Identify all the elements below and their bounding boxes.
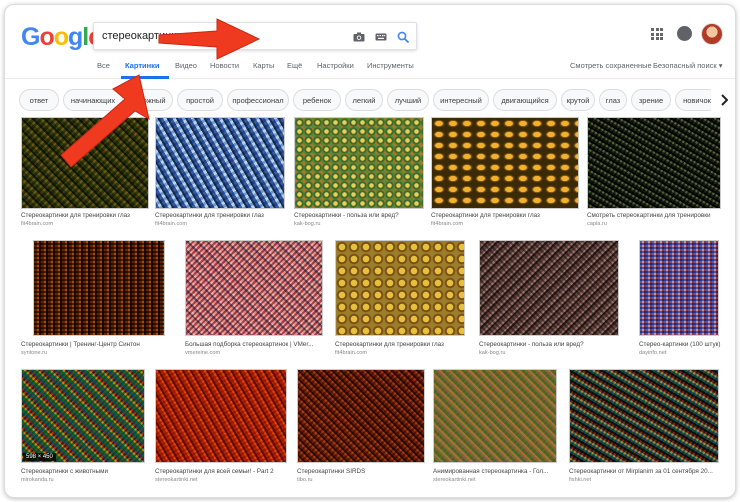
result-caption[interactable]: Стереокартинки для тренировки глаз bbox=[21, 212, 149, 219]
result-caption[interactable]: Большая подборка стереокартинок | VMer..… bbox=[185, 341, 333, 348]
tab-all[interactable]: Все bbox=[97, 61, 110, 70]
result-source: kak-bog.ru bbox=[294, 221, 321, 227]
chip[interactable]: простой bbox=[177, 89, 223, 111]
tab-settings[interactable]: Настройки bbox=[317, 61, 354, 70]
result-thumbnail[interactable] bbox=[587, 117, 721, 209]
result-caption[interactable]: Стереокартинки для всей семьи! - Part 2 bbox=[155, 468, 289, 475]
result-source: fit4brain.com bbox=[431, 221, 464, 227]
result-caption[interactable]: Стереокартинки для тренировки глаз bbox=[335, 341, 471, 348]
result-caption[interactable]: Стереокартинки для тренировки глаз bbox=[431, 212, 579, 219]
image-result[interactable]: 598 × 450 Стереокартинки с животными mir… bbox=[21, 369, 147, 485]
result-source: syntone.ru bbox=[21, 350, 48, 356]
google-logo[interactable]: Google bbox=[21, 23, 102, 52]
tab-tools[interactable]: Инструменты bbox=[367, 61, 414, 70]
image-result[interactable]: Стереокартинки для тренировки глаз fit4b… bbox=[155, 117, 285, 229]
image-result[interactable]: Стереокартинки для всей семьи! - Part 2 … bbox=[155, 369, 289, 485]
result-caption[interactable]: Стереокартинки SIRDS bbox=[297, 468, 427, 475]
chip[interactable]: легкий bbox=[345, 89, 383, 111]
image-result[interactable]: Стереокартинки - польза или вред? kak-bo… bbox=[294, 117, 424, 229]
annotation-arrow-up bbox=[60, 74, 150, 168]
camera-icon[interactable] bbox=[350, 28, 368, 46]
result-thumbnail[interactable] bbox=[21, 369, 145, 463]
result-caption[interactable]: Стереокартинки с животными bbox=[21, 468, 147, 475]
result-caption[interactable]: Стереокартинки для тренировки глаз bbox=[155, 212, 285, 219]
result-source: fishki.net bbox=[569, 477, 592, 483]
image-result[interactable]: Смотреть стереокартинки для тренировки c… bbox=[587, 117, 721, 229]
search-icon[interactable] bbox=[394, 28, 412, 46]
result-source: fit4brain.com bbox=[21, 221, 54, 227]
chip[interactable]: крутой bbox=[561, 89, 595, 111]
annotation-arrow-right bbox=[158, 18, 261, 60]
logo-letter: o bbox=[39, 23, 54, 51]
image-result[interactable]: Большая подборка стереокартинок | VMer..… bbox=[185, 240, 333, 358]
result-source: fit4brain.com bbox=[155, 221, 188, 227]
logo-letter: G bbox=[21, 23, 40, 51]
result-source: stereokartinki.net bbox=[433, 477, 476, 483]
result-thumbnail[interactable] bbox=[479, 240, 619, 336]
result-thumbnail[interactable] bbox=[185, 240, 323, 336]
chevron-right-icon[interactable] bbox=[711, 89, 735, 111]
logo-letter: g bbox=[68, 23, 83, 51]
result-thumbnail[interactable] bbox=[431, 117, 579, 209]
result-caption[interactable]: Стереокартинки от Mirplanim за 01 сентяб… bbox=[569, 468, 721, 475]
result-caption[interactable]: Стереокартинки - польза или вред? bbox=[294, 212, 424, 219]
result-thumbnail[interactable] bbox=[335, 240, 465, 336]
result-caption[interactable]: Анимированная стереокартинка - Гол... bbox=[433, 468, 559, 475]
result-source: fit4brain.com bbox=[335, 350, 368, 356]
result-caption[interactable]: Стерео-картинки (100 штук) bbox=[639, 341, 721, 348]
image-result[interactable]: Стереокартинки от Mirplanim за 01 сентяб… bbox=[569, 369, 721, 485]
result-source: tibo.ru bbox=[297, 477, 313, 483]
keyboard-icon[interactable] bbox=[372, 28, 390, 46]
result-thumbnail[interactable] bbox=[155, 117, 285, 209]
saved-link[interactable]: Смотреть сохраненные bbox=[570, 61, 652, 70]
result-thumbnail[interactable] bbox=[33, 240, 165, 336]
chip[interactable]: глаз bbox=[599, 89, 627, 111]
result-caption[interactable]: Стереокартинки | Тренинг-Центр Синтон bbox=[21, 341, 169, 348]
result-source: dayinfo.net bbox=[639, 350, 667, 356]
image-result[interactable]: Анимированная стереокартинка - Гол... st… bbox=[433, 369, 559, 485]
result-source: kak-bog.ru bbox=[479, 350, 506, 356]
result-source: stereokartinki.net bbox=[155, 477, 198, 483]
image-result[interactable]: Стереокартинки для тренировки глаз fit4b… bbox=[431, 117, 579, 229]
image-result[interactable]: Стерео-картинки (100 штук) dayinfo.net bbox=[639, 240, 721, 358]
result-caption[interactable]: Смотреть стереокартинки для тренировки bbox=[587, 212, 721, 219]
chip[interactable]: ребенок bbox=[293, 89, 341, 111]
chip[interactable]: интересный bbox=[433, 89, 489, 111]
logo-letter: o bbox=[53, 23, 69, 51]
safesearch-toggle[interactable]: Безопасный поиск ▾ bbox=[653, 61, 723, 70]
chip[interactable]: двигающийся bbox=[493, 89, 557, 111]
image-result[interactable]: Стереокартинки | Тренинг-Центр Синтон sy… bbox=[21, 240, 169, 358]
result-caption[interactable]: Стереокартинки - польза или вред? bbox=[479, 341, 621, 348]
apps-grid-icon[interactable] bbox=[651, 28, 663, 40]
result-thumbnail[interactable] bbox=[297, 369, 425, 463]
notifications-icon[interactable] bbox=[677, 26, 692, 41]
tab-more[interactable]: Ещё bbox=[287, 61, 302, 70]
result-source: mirokanda.ru bbox=[21, 477, 54, 483]
result-source: capla.ru bbox=[587, 221, 607, 227]
result-thumbnail[interactable] bbox=[569, 369, 719, 463]
image-result[interactable]: Стереокартинки - польза или вред? kak-bo… bbox=[479, 240, 621, 358]
image-result[interactable]: Стереокартинки для тренировки глаз fit4b… bbox=[335, 240, 471, 358]
result-thumbnail[interactable] bbox=[155, 369, 287, 463]
result-thumbnail[interactable] bbox=[639, 240, 719, 336]
chip[interactable]: профессионал bbox=[227, 89, 289, 111]
result-thumbnail[interactable] bbox=[294, 117, 424, 209]
browser-frame: Google Все Картинки Видео Новости Карты … bbox=[4, 4, 736, 498]
image-size-badge: 598 × 450 bbox=[23, 453, 56, 461]
chip[interactable]: зрение bbox=[631, 89, 671, 111]
avatar[interactable] bbox=[701, 23, 723, 45]
chip[interactable]: лучший bbox=[387, 89, 429, 111]
result-source: vmereine.com bbox=[185, 350, 221, 356]
image-result[interactable]: Стереокартинки SIRDS tibo.ru bbox=[297, 369, 427, 485]
result-thumbnail[interactable] bbox=[433, 369, 557, 463]
